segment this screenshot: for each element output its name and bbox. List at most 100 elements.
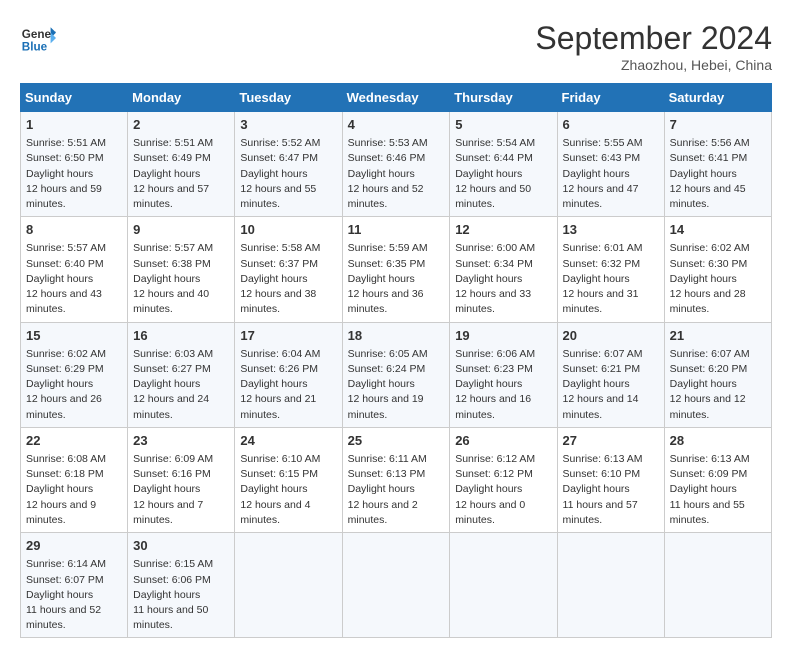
day-detail: Sunrise: 6:10 AMSunset: 6:15 PMDaylight … [240, 452, 336, 528]
calendar-cell: 22 Sunrise: 6:08 AMSunset: 6:18 PMDayligh… [21, 427, 128, 532]
day-number: 29 [26, 537, 122, 555]
day-detail: Sunrise: 5:52 AMSunset: 6:47 PMDaylight … [240, 136, 336, 212]
calendar-cell [450, 533, 557, 638]
weekday-header: Monday [128, 84, 235, 112]
calendar-cell: 23 Sunrise: 6:09 AMSunset: 6:16 PMDayligh… [128, 427, 235, 532]
calendar-cell: 5 Sunrise: 5:54 AMSunset: 6:44 PMDaylight… [450, 112, 557, 217]
day-detail: Sunrise: 6:01 AMSunset: 6:32 PMDaylight … [563, 241, 659, 317]
day-detail: Sunrise: 5:51 AMSunset: 6:50 PMDaylight … [26, 136, 122, 212]
calendar-week-row: 8 Sunrise: 5:57 AMSunset: 6:40 PMDaylight… [21, 217, 772, 322]
day-detail: Sunrise: 6:02 AMSunset: 6:29 PMDaylight … [26, 347, 122, 423]
calendar-week-row: 1 Sunrise: 5:51 AMSunset: 6:50 PMDaylight… [21, 112, 772, 217]
day-number: 17 [240, 327, 336, 345]
weekday-header: Sunday [21, 84, 128, 112]
page-header: General Blue September 2024 Zhaozhou, He… [20, 20, 772, 73]
calendar-cell [664, 533, 771, 638]
day-detail: Sunrise: 6:09 AMSunset: 6:16 PMDaylight … [133, 452, 229, 528]
month-title: September 2024 [535, 20, 772, 57]
day-number: 13 [563, 221, 659, 239]
calendar-cell: 17 Sunrise: 6:04 AMSunset: 6:26 PMDayligh… [235, 322, 342, 427]
calendar-table: SundayMondayTuesdayWednesdayThursdayFrid… [20, 83, 772, 638]
calendar-cell [557, 533, 664, 638]
day-number: 11 [348, 221, 445, 239]
day-detail: Sunrise: 5:51 AMSunset: 6:49 PMDaylight … [133, 136, 229, 212]
day-detail: Sunrise: 6:12 AMSunset: 6:12 PMDaylight … [455, 452, 551, 528]
weekday-header: Friday [557, 84, 664, 112]
calendar-week-row: 15 Sunrise: 6:02 AMSunset: 6:29 PMDayligh… [21, 322, 772, 427]
weekday-header: Saturday [664, 84, 771, 112]
calendar-cell: 4 Sunrise: 5:53 AMSunset: 6:46 PMDaylight… [342, 112, 450, 217]
day-detail: Sunrise: 6:07 AMSunset: 6:20 PMDaylight … [670, 347, 766, 423]
day-detail: Sunrise: 6:04 AMSunset: 6:26 PMDaylight … [240, 347, 336, 423]
calendar-cell [235, 533, 342, 638]
day-number: 25 [348, 432, 445, 450]
weekday-header: Thursday [450, 84, 557, 112]
day-number: 18 [348, 327, 445, 345]
title-block: September 2024 Zhaozhou, Hebei, China [535, 20, 772, 73]
day-detail: Sunrise: 6:11 AMSunset: 6:13 PMDaylight … [348, 452, 445, 528]
calendar-cell [342, 533, 450, 638]
day-detail: Sunrise: 5:57 AMSunset: 6:40 PMDaylight … [26, 241, 122, 317]
day-detail: Sunrise: 5:59 AMSunset: 6:35 PMDaylight … [348, 241, 445, 317]
weekday-header: Wednesday [342, 84, 450, 112]
calendar-cell: 25 Sunrise: 6:11 AMSunset: 6:13 PMDayligh… [342, 427, 450, 532]
calendar-cell: 1 Sunrise: 5:51 AMSunset: 6:50 PMDaylight… [21, 112, 128, 217]
day-detail: Sunrise: 6:00 AMSunset: 6:34 PMDaylight … [455, 241, 551, 317]
day-detail: Sunrise: 6:05 AMSunset: 6:24 PMDaylight … [348, 347, 445, 423]
day-number: 2 [133, 116, 229, 134]
logo: General Blue [20, 20, 56, 56]
calendar-cell: 26Sunrise: 6:12 AMSunset: 6:12 PMDayligh… [450, 427, 557, 532]
day-number: 19 [455, 327, 551, 345]
calendar-cell: 20 Sunrise: 6:07 AMSunset: 6:21 PMDayligh… [557, 322, 664, 427]
day-number: 3 [240, 116, 336, 134]
day-number: 27 [563, 432, 659, 450]
calendar-week-row: 29 Sunrise: 6:14 AMSunset: 6:07 PMDayligh… [21, 533, 772, 638]
day-detail: Sunrise: 6:02 AMSunset: 6:30 PMDaylight … [670, 241, 766, 317]
day-detail: Sunrise: 6:08 AMSunset: 6:18 PMDaylight … [26, 452, 122, 528]
day-detail: Sunrise: 6:14 AMSunset: 6:07 PMDaylight … [26, 557, 122, 633]
day-number: 10 [240, 221, 336, 239]
svg-text:Blue: Blue [22, 41, 48, 54]
calendar-cell: 19 Sunrise: 6:06 AMSunset: 6:23 PMDayligh… [450, 322, 557, 427]
day-detail: Sunrise: 6:15 AMSunset: 6:06 PMDaylight … [133, 557, 229, 633]
calendar-cell: 6Sunrise: 5:55 AMSunset: 6:43 PMDaylight… [557, 112, 664, 217]
calendar-cell: 2 Sunrise: 5:51 AMSunset: 6:49 PMDaylight… [128, 112, 235, 217]
day-number: 20 [563, 327, 659, 345]
calendar-cell: 21Sunrise: 6:07 AMSunset: 6:20 PMDayligh… [664, 322, 771, 427]
day-number: 23 [133, 432, 229, 450]
calendar-cell: 8 Sunrise: 5:57 AMSunset: 6:40 PMDaylight… [21, 217, 128, 322]
calendar-cell: 18 Sunrise: 6:05 AMSunset: 6:24 PMDayligh… [342, 322, 450, 427]
day-detail: Sunrise: 5:53 AMSunset: 6:46 PMDaylight … [348, 136, 445, 212]
day-number: 22 [26, 432, 122, 450]
calendar-cell: 14Sunrise: 6:02 AMSunset: 6:30 PMDayligh… [664, 217, 771, 322]
calendar-cell: 30 Sunrise: 6:15 AMSunset: 6:06 PMDayligh… [128, 533, 235, 638]
day-number: 15 [26, 327, 122, 345]
day-detail: Sunrise: 5:57 AMSunset: 6:38 PMDaylight … [133, 241, 229, 317]
day-number: 7 [670, 116, 766, 134]
logo-icon: General Blue [20, 20, 56, 56]
location: Zhaozhou, Hebei, China [535, 57, 772, 73]
day-number: 30 [133, 537, 229, 555]
day-number: 1 [26, 116, 122, 134]
calendar-cell: 9Sunrise: 5:57 AMSunset: 6:38 PMDaylight… [128, 217, 235, 322]
calendar-cell: 12 Sunrise: 6:00 AMSunset: 6:34 PMDayligh… [450, 217, 557, 322]
day-number: 28 [670, 432, 766, 450]
calendar-cell: 11 Sunrise: 5:59 AMSunset: 6:35 PMDayligh… [342, 217, 450, 322]
calendar-cell: 27Sunrise: 6:13 AMSunset: 6:10 PMDayligh… [557, 427, 664, 532]
calendar-cell: 16 Sunrise: 6:03 AMSunset: 6:27 PMDayligh… [128, 322, 235, 427]
day-number: 8 [26, 221, 122, 239]
header-row: SundayMondayTuesdayWednesdayThursdayFrid… [21, 84, 772, 112]
day-detail: Sunrise: 6:13 AMSunset: 6:09 PMDaylight … [670, 452, 766, 528]
day-number: 5 [455, 116, 551, 134]
day-detail: Sunrise: 5:54 AMSunset: 6:44 PMDaylight … [455, 136, 551, 212]
day-detail: Sunrise: 6:06 AMSunset: 6:23 PMDaylight … [455, 347, 551, 423]
day-number: 12 [455, 221, 551, 239]
day-number: 16 [133, 327, 229, 345]
calendar-cell: 24 Sunrise: 6:10 AMSunset: 6:15 PMDayligh… [235, 427, 342, 532]
calendar-week-row: 22 Sunrise: 6:08 AMSunset: 6:18 PMDayligh… [21, 427, 772, 532]
day-number: 4 [348, 116, 445, 134]
day-detail: Sunrise: 6:07 AMSunset: 6:21 PMDaylight … [563, 347, 659, 423]
calendar-cell: 10Sunrise: 5:58 AMSunset: 6:37 PMDayligh… [235, 217, 342, 322]
day-number: 24 [240, 432, 336, 450]
day-detail: Sunrise: 6:03 AMSunset: 6:27 PMDaylight … [133, 347, 229, 423]
